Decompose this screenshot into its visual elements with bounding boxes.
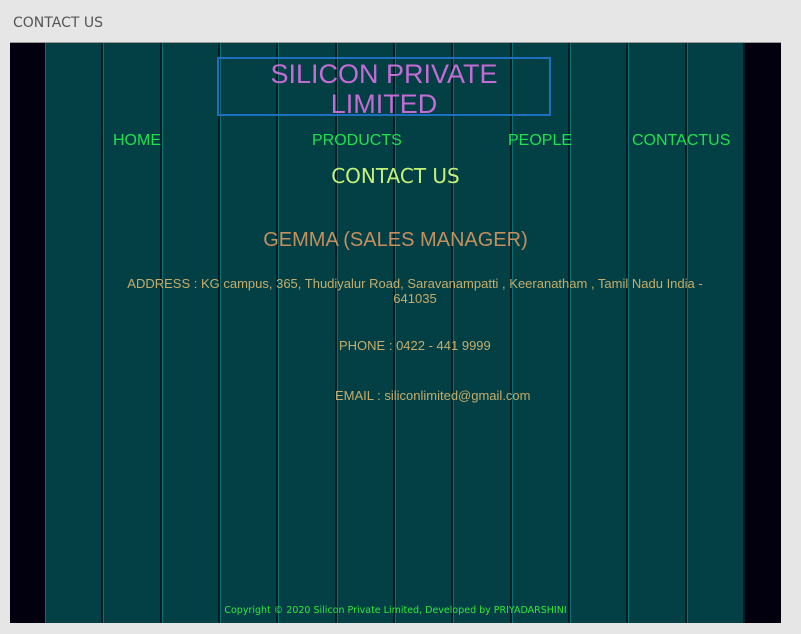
background-stripe [278, 43, 337, 623]
page-heading: CONTACT US [331, 164, 460, 188]
background-stripe [686, 43, 745, 623]
nav-people-link[interactable]: PEOPLE [508, 132, 572, 150]
window-title: CONTACT US [13, 15, 103, 31]
striped-background [45, 43, 745, 623]
site-title-box: SILICON PRIVATE LIMITED [217, 57, 551, 119]
background-stripe [103, 43, 162, 623]
background-stripe [219, 43, 279, 623]
footer-copyright: Copyright © 2020 Silicon Private Limited… [224, 605, 567, 616]
nav-products-link[interactable]: PRODUCTS [312, 132, 402, 150]
background-stripe [161, 43, 220, 623]
contact-email: EMAIL : siliconlimited@gmail.com [335, 388, 531, 403]
page-content: SILICON PRIVATE LIMITED HOME PRODUCTS PE… [10, 42, 781, 623]
background-stripe [394, 43, 454, 623]
background-stripe [336, 43, 395, 623]
background-stripe [45, 43, 104, 623]
nav-contactus-link[interactable]: CONTACTUS [632, 132, 730, 150]
nav-home-link[interactable]: HOME [113, 132, 161, 150]
background-stripe [511, 43, 570, 623]
background-stripe [569, 43, 629, 623]
background-stripe [628, 43, 687, 623]
contact-phone: PHONE : 0422 - 441 9999 [339, 338, 491, 353]
contact-address: ADDRESS : KG campus, 365, Thudiyalur Roa… [127, 276, 703, 306]
contact-name: GEMMA (SALES MANAGER) [263, 229, 528, 251]
site-title: SILICON PRIVATE LIMITED [270, 59, 498, 119]
background-stripe [453, 43, 512, 623]
